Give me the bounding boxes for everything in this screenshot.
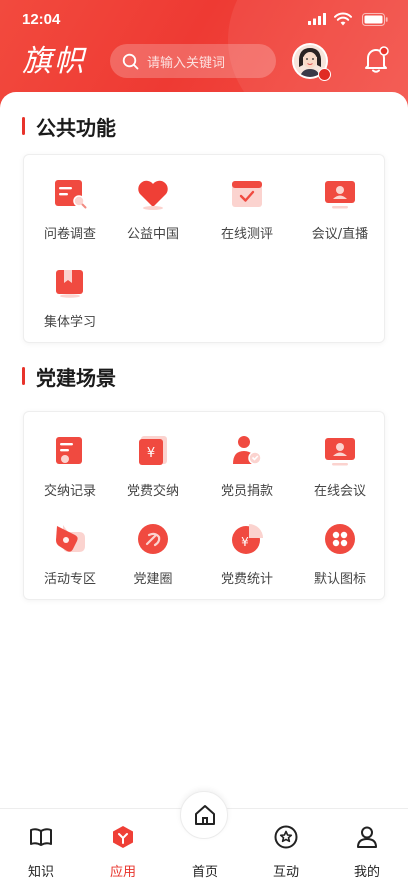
party-scenes-panel: 交纳记录 ¥ 党费交纳 党员捐款 在线会议 活动专区 党建圈 ¥ 党费统计 默认…	[23, 411, 385, 600]
wifi-icon	[334, 12, 352, 26]
app-item-activity[interactable]: 活动专区	[25, 518, 115, 598]
section-title-party: 党建场景	[22, 362, 116, 390]
party-badge-icon	[318, 68, 331, 81]
home-button[interactable]	[180, 791, 228, 839]
search-placeholder: 请输入关键词	[147, 55, 226, 71]
tab-knowledge[interactable]: 知识	[0, 809, 82, 883]
section-title-text: 党建场景	[36, 365, 116, 390]
status-bar: 12:04	[0, 0, 408, 40]
app-item-label: 党建圈	[133, 572, 173, 587]
tab-label: 互动	[272, 865, 299, 880]
app-item-party-circle[interactable]: 党建圈	[108, 518, 198, 598]
star-circle-icon	[274, 825, 298, 849]
evaluation-icon	[232, 181, 262, 207]
app-item-label: 党费交纳	[126, 484, 179, 499]
section-marker	[22, 117, 25, 135]
section-marker	[22, 367, 25, 385]
online-meeting-icon	[325, 438, 355, 466]
app-item-label: 交纳记录	[43, 484, 96, 499]
section-title-text: 公共功能	[36, 115, 116, 140]
section-title-public: 公共功能	[22, 112, 116, 140]
tab-label: 应用	[109, 865, 136, 880]
payment-record-icon	[56, 437, 82, 464]
meeting-live-icon	[325, 181, 355, 209]
survey-icon	[55, 180, 87, 209]
app-item-label: 公益中国	[126, 227, 179, 242]
app-item-fee-statistics[interactable]: ¥ 党费统计	[202, 518, 292, 598]
app-item-label: 在线测评	[220, 227, 273, 242]
app-item-online-meeting[interactable]: 在线会议	[295, 430, 385, 510]
activity-icon	[56, 525, 85, 552]
app-item-survey[interactable]: 问卷调查	[25, 173, 115, 253]
tab-label: 我的	[353, 865, 380, 880]
home-icon	[195, 805, 215, 825]
tab-label: 首页	[191, 865, 218, 880]
search-icon	[122, 53, 139, 69]
book-icon	[30, 828, 52, 846]
app-item-label: 活动专区	[43, 572, 96, 587]
user-icon	[357, 826, 377, 848]
default-grid-icon	[325, 524, 355, 554]
tab-apps[interactable]: 应用	[82, 809, 164, 883]
app-item-label: 在线会议	[313, 484, 366, 499]
signal-icon	[308, 13, 326, 25]
app-item-payment-record[interactable]: 交纳记录	[25, 430, 115, 510]
party-circle-icon	[138, 524, 168, 554]
avatar[interactable]	[292, 43, 331, 81]
app-item-label: 会议/直播	[311, 227, 369, 242]
main-content: 公共功能 问卷调查 公益中国 在线测评 会议/直播 集体学习 党建场景 交纳记录…	[0, 92, 408, 808]
tab-interact[interactable]: 互动	[245, 809, 327, 883]
app-item-party-fee[interactable]: ¥ 党费交纳	[108, 430, 198, 510]
app-cube-icon	[113, 826, 133, 848]
status-time: 12:04	[22, 11, 61, 28]
battery-icon	[362, 13, 388, 26]
app-item-label: 默认图标	[313, 572, 366, 587]
app-item-default[interactable]: 默认图标	[295, 518, 385, 598]
heart-icon	[138, 180, 168, 210]
notification-bell-icon[interactable]	[362, 45, 390, 75]
tab-label: 知识	[27, 865, 54, 880]
svg-text:¥: ¥	[147, 446, 155, 461]
tab-home[interactable]: 首页	[164, 791, 246, 883]
app-item-label: 党员捐款	[220, 484, 273, 499]
tab-mine[interactable]: 我的	[326, 809, 408, 883]
app-item-charity[interactable]: 公益中国	[108, 173, 198, 253]
fee-statistics-icon: ¥	[232, 524, 263, 554]
public-functions-panel: 问卷调查 公益中国 在线测评 会议/直播 集体学习	[23, 154, 385, 343]
search-bar[interactable]: 请输入关键词	[110, 44, 276, 78]
donation-icon	[233, 436, 262, 465]
party-fee-icon: ¥	[139, 436, 167, 465]
app-logo: 旗帜	[22, 44, 86, 79]
app-item-study[interactable]: 集体学习	[25, 261, 115, 341]
app-item-evaluation[interactable]: 在线测评	[202, 173, 292, 253]
bottom-tab-bar: 知识 应用 首页 互动 我的	[0, 791, 408, 883]
app-item-label: 党费统计	[220, 572, 273, 587]
study-icon	[56, 270, 83, 298]
app-item-donation[interactable]: 党员捐款	[202, 430, 292, 510]
svg-text:¥: ¥	[241, 535, 249, 549]
app-item-label: 问卷调查	[43, 227, 96, 242]
app-item-label: 集体学习	[43, 315, 96, 330]
app-item-meeting-live[interactable]: 会议/直播	[295, 173, 385, 253]
